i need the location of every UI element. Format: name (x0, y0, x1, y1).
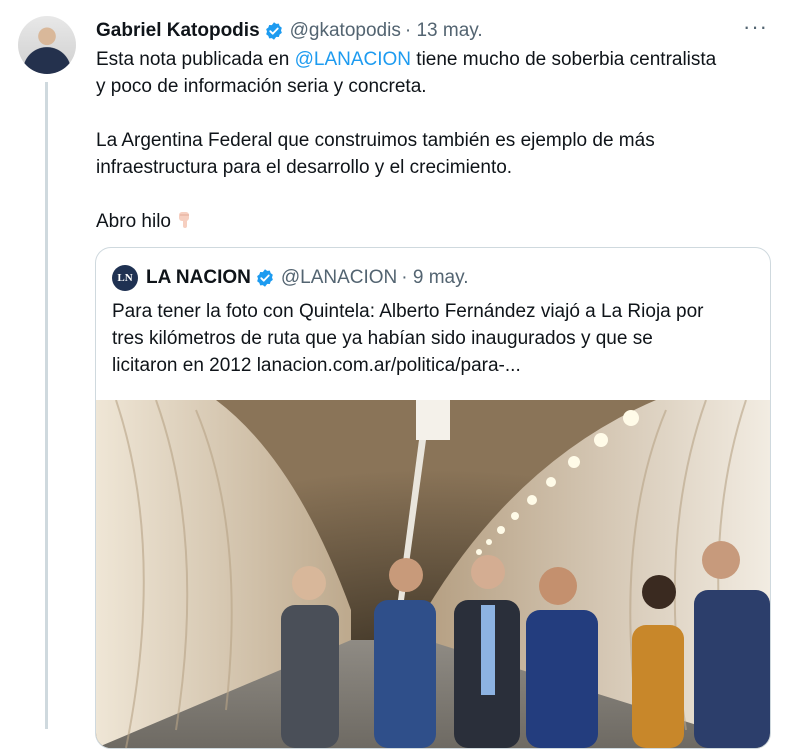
lanacion-logo: LN (112, 265, 138, 291)
quoted-author-handle[interactable]: @LANACION (281, 267, 397, 289)
quoted-author-name[interactable]: LA NACION (146, 267, 251, 289)
quoted-text-line: Para tener la foto con Quintela: Alberto… (112, 301, 704, 322)
author-name[interactable]: Gabriel Katopodis (96, 20, 260, 42)
tunnel-photo[interactable] (96, 400, 770, 748)
pointing-down-emoji-icon (179, 212, 189, 228)
quoted-text: Para tener la foto con Quintela: Alberto… (112, 298, 752, 379)
quoted-header: LN LA NACION @LANACION · 9 may. (112, 264, 468, 292)
quoted-text-line: tres kilómetros de ruta que ya habían si… (112, 328, 653, 349)
author-handle[interactable]: @gkatopodis (290, 20, 401, 42)
quoted-tweet[interactable]: LN LA NACION @LANACION · 9 may. Para ten… (95, 247, 771, 749)
verified-badge-icon (257, 269, 273, 287)
mention-link[interactable]: @LANACION (295, 49, 411, 70)
tweet-text-segment: tiene mucho de soberbia centralista (411, 49, 717, 70)
tweet-text-line: La Argentina Federal que construimos tam… (96, 130, 655, 151)
author-avatar[interactable] (18, 16, 76, 74)
quoted-text-line: licitaron en 2012 lanacion.com.ar/politi… (112, 355, 521, 376)
tweet-text-segment: Esta nota publicada en (96, 49, 295, 70)
verified-badge-icon (265, 22, 282, 40)
tweet-text-line: y poco de información seria y concreta. (96, 76, 427, 97)
tweet-date[interactable]: · 13 may. (405, 20, 483, 42)
tweet-text-line: Abro hilo (96, 211, 171, 232)
more-options-icon[interactable]: ··· (743, 14, 768, 40)
thread-line (45, 82, 48, 729)
tweet-text: Esta nota publicada en @LANACION tiene m… (96, 46, 776, 235)
quoted-date[interactable]: · 9 may. (401, 267, 468, 289)
tweet-header: Gabriel Katopodis @gkatopodis · 13 may. (96, 18, 770, 44)
tweet-text-line: infraestructura para el desarrollo y el … (96, 157, 513, 178)
